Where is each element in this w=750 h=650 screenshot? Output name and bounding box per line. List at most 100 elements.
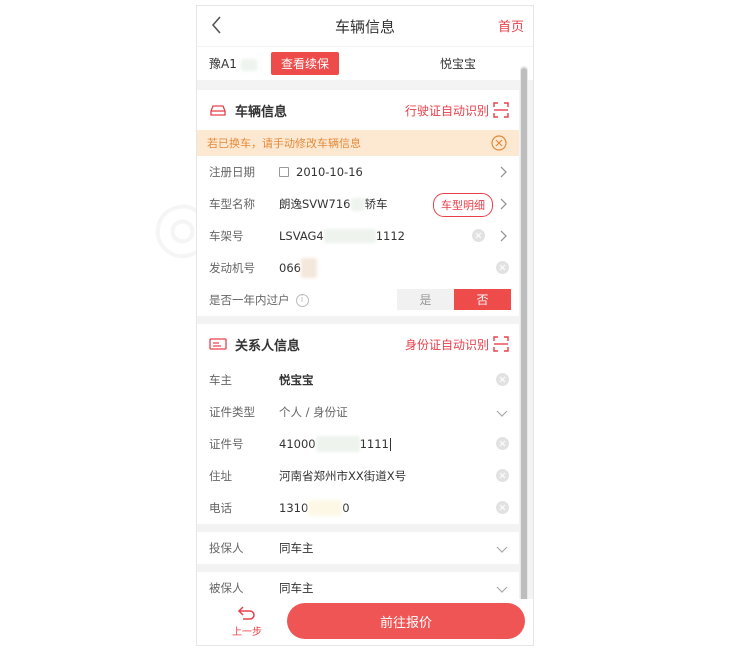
phone-row[interactable]: 电话 1310 0 <box>197 492 519 524</box>
address-label: 住址 <box>209 469 232 483</box>
insured-label: 被保人 <box>209 581 244 595</box>
text-caret <box>389 437 391 451</box>
license-scan-label: 行驶证自动识别 <box>404 103 489 118</box>
id-scan-button[interactable]: 身份证自动识别 <box>405 336 509 353</box>
chevron-right-icon[interactable] <box>499 166 507 178</box>
plate-owner-name: 悦宝宝 <box>440 57 477 71</box>
phone-redaction <box>308 500 343 516</box>
chevron-down-icon[interactable] <box>496 585 508 593</box>
calendar-icon <box>279 167 289 177</box>
engine-value-text: 066 <box>279 261 301 275</box>
reg-date-label: 注册日期 <box>209 165 255 179</box>
vin-label: 车架号 <box>209 229 244 243</box>
address-value[interactable]: 河南省郑州市XX街道X号 <box>279 468 406 484</box>
phone-value[interactable]: 1310 0 <box>279 500 350 516</box>
plate-row: 豫A1 查看续保 悦宝宝 <box>197 47 533 80</box>
owner-label: 车主 <box>209 373 232 387</box>
phone-frame: 车辆信息 首页 豫A1 查看续保 悦宝宝 车辆信息 行驶证自动识别 若已换车，请… <box>196 5 534 646</box>
phone-start: 1310 <box>279 501 309 515</box>
go-to-quote-button[interactable]: 前往报价 <box>287 603 525 639</box>
id-scan-label: 身份证自动识别 <box>404 337 489 352</box>
contact-section-title: 关系人信息 <box>235 338 301 354</box>
vehicle-section-header: 车辆信息 行驶证自动识别 <box>197 90 519 130</box>
policyholder-value[interactable]: 同车主 <box>279 540 314 556</box>
model-label: 车型名称 <box>209 197 255 211</box>
transfer-label: 是否一年内过户 <box>209 293 290 307</box>
id-number-value[interactable]: 41000 1111 <box>279 436 391 452</box>
contact-info-section: 关系人信息 身份证自动识别 车主 悦宝宝 证件类型 个人 / 身份证 证件号 4… <box>197 324 519 524</box>
owner-value[interactable]: 悦宝宝 <box>279 372 314 388</box>
chevron-right-icon[interactable] <box>499 198 507 210</box>
license-scan-button[interactable]: 行驶证自动识别 <box>405 102 509 119</box>
address-row[interactable]: 住址 河南省郑州市XX街道X号 <box>197 460 519 492</box>
footer-bar: 上一步 前往报价 <box>197 599 533 645</box>
header: 车辆信息 首页 <box>197 6 533 46</box>
id-type-row[interactable]: 证件类型 个人 / 身份证 <box>197 396 519 428</box>
id-number-end: 1111 <box>359 437 389 451</box>
policyholder-label: 投保人 <box>209 541 244 555</box>
scan-icon <box>493 102 509 118</box>
transfer-yes-option[interactable]: 是 <box>397 289 454 310</box>
transfer-no-option[interactable]: 否 <box>454 289 511 310</box>
policyholder-row[interactable]: 投保人 同车主 <box>197 532 519 564</box>
page: ◎ ◯ ◯ 车辆信息 首页 豫A1 查看续保 悦宝宝 车辆信 <box>0 0 750 650</box>
engine-redaction <box>300 258 317 278</box>
reg-date-text: 2010-10-16 <box>296 165 363 179</box>
chevron-down-icon[interactable] <box>496 545 508 553</box>
clear-icon[interactable] <box>496 373 509 386</box>
transfer-row: 是否一年内过户 i 是 否 <box>197 284 519 316</box>
previous-step-button[interactable]: 上一步 <box>227 605 267 638</box>
chevron-down-icon[interactable] <box>496 409 508 417</box>
back-arrow-icon[interactable] <box>209 14 225 36</box>
car-icon <box>210 105 226 116</box>
notice-text: 若已换车，请手动修改车辆信息 <box>207 137 361 150</box>
close-circle-icon[interactable] <box>491 135 507 151</box>
info-icon[interactable]: i <box>295 293 309 307</box>
id-card-icon <box>209 338 227 350</box>
plate-prefix: 豫A1 <box>209 57 237 71</box>
clear-icon[interactable] <box>496 437 509 450</box>
registration-date-row[interactable]: 注册日期 2010-10-16 <box>197 156 519 188</box>
clear-icon[interactable] <box>496 469 509 482</box>
clear-icon[interactable] <box>496 501 509 514</box>
id-number-start: 41000 <box>279 437 316 451</box>
contact-section-header: 关系人信息 身份证自动识别 <box>197 324 519 364</box>
phone-end: 0 <box>342 501 350 515</box>
chevron-right-icon[interactable] <box>499 230 507 242</box>
owner-row[interactable]: 车主 悦宝宝 <box>197 364 519 396</box>
scan-icon <box>493 336 509 352</box>
engine-value[interactable]: 066 <box>279 258 317 278</box>
reg-date-value: 2010-10-16 <box>279 165 363 179</box>
transfer-toggle: 是 否 <box>397 289 511 310</box>
id-number-redaction <box>315 436 360 452</box>
undo-arrow-icon <box>237 606 255 620</box>
page-title: 车辆信息 <box>334 17 395 36</box>
id-type-value[interactable]: 个人 / 身份证 <box>279 404 348 420</box>
change-car-notice: 若已换车，请手动修改车辆信息 <box>197 130 519 156</box>
id-number-row[interactable]: 证件号 41000 1111 <box>197 428 519 460</box>
engine-label: 发动机号 <box>209 261 255 275</box>
clear-icon[interactable] <box>472 229 485 242</box>
model-value-end: 轿车 <box>364 197 388 211</box>
engine-number-row[interactable]: 发动机号 066 <box>197 252 519 284</box>
model-name-row[interactable]: 车型名称 朗逸SVW716 轿车 车型明细 <box>197 188 519 220</box>
vin-redaction <box>323 229 376 243</box>
plate-number: 豫A1 <box>209 55 263 72</box>
insured-value[interactable]: 同车主 <box>279 580 314 596</box>
model-value-start: 朗逸SVW716 <box>279 197 351 211</box>
plate-redaction <box>240 58 257 71</box>
view-renewal-button[interactable]: 查看续保 <box>271 52 340 75</box>
vin-row[interactable]: 车架号 LSVAG4 1112 <box>197 220 519 252</box>
vin-value-start: LSVAG4 <box>279 229 324 243</box>
vehicle-info-section: 车辆信息 行驶证自动识别 若已换车，请手动修改车辆信息 注册日期 2010-10… <box>197 90 519 316</box>
vin-value[interactable]: LSVAG4 1112 <box>279 229 405 243</box>
scrollbar-thumb[interactable] <box>521 68 527 602</box>
vehicle-section-title: 车辆信息 <box>235 104 288 120</box>
phone-label: 电话 <box>209 501 232 515</box>
model-detail-button[interactable]: 车型明细 <box>433 193 493 217</box>
vin-value-end: 1112 <box>375 229 406 243</box>
clear-icon[interactable] <box>496 261 509 274</box>
id-type-label: 证件类型 <box>209 405 255 419</box>
model-redaction <box>350 197 365 211</box>
home-link[interactable]: 首页 <box>498 16 524 35</box>
